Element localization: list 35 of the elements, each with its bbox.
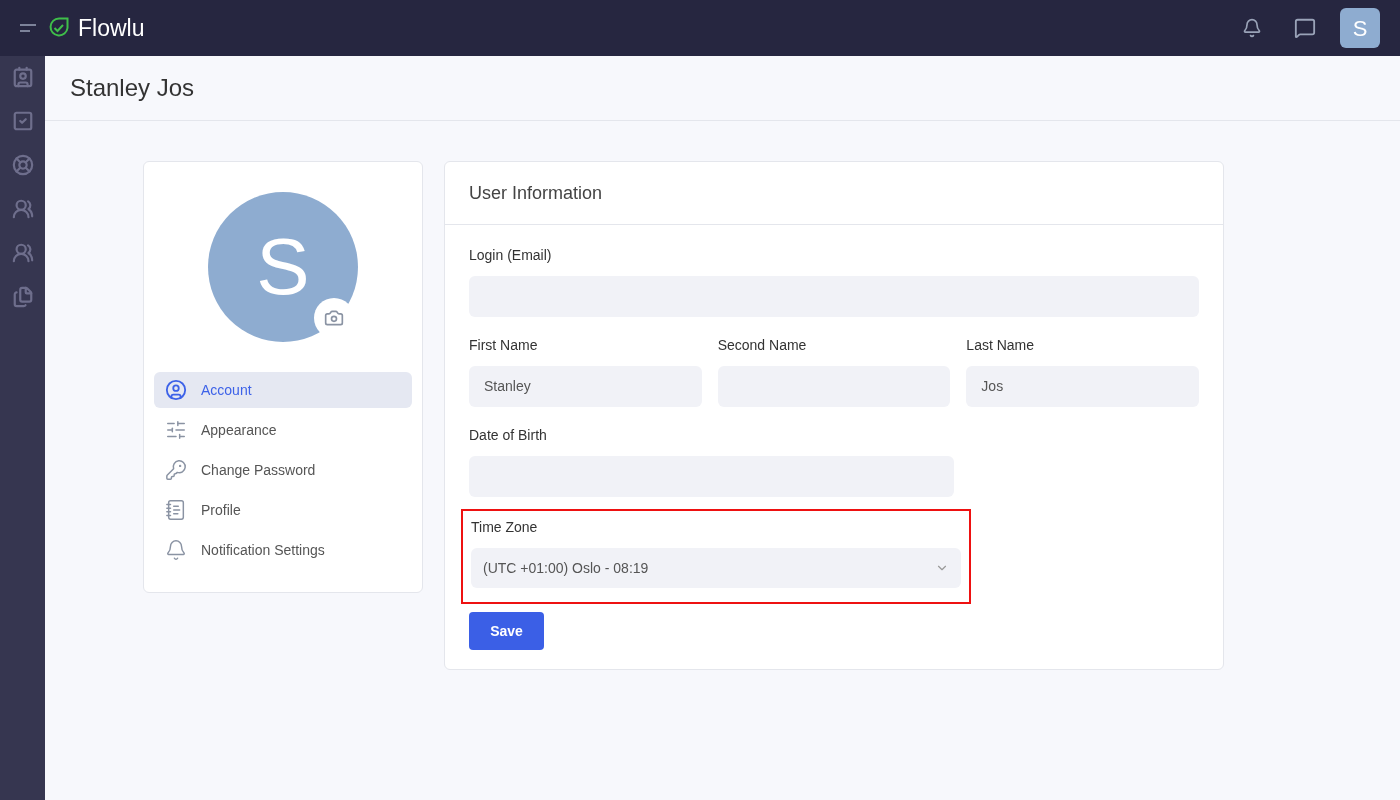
name-field[interactable]: Stanley xyxy=(469,366,702,407)
checkbox-icon[interactable] xyxy=(11,110,34,132)
people-icon[interactable] xyxy=(11,242,34,264)
sliders-icon xyxy=(165,419,187,441)
settings-menu-item[interactable]: Profile xyxy=(154,492,412,528)
user-icon xyxy=(165,379,187,401)
field-label: Login (Email) xyxy=(469,246,553,265)
name-field[interactable]: Jos xyxy=(966,366,1199,407)
lifebuoy-icon[interactable] xyxy=(11,154,34,176)
field-label: Time Zone xyxy=(471,518,539,537)
profile-avatar: S xyxy=(208,192,358,342)
settings-menu-item[interactable]: Change Password xyxy=(154,452,412,488)
field-label: Last Name xyxy=(966,336,1036,355)
settings-menu-item[interactable]: Notification Settings xyxy=(154,532,412,568)
logo-icon xyxy=(48,17,70,39)
save-button[interactable]: Save xyxy=(469,612,544,650)
documents-icon[interactable] xyxy=(11,286,34,308)
bell-icon xyxy=(165,539,187,561)
bell-icon[interactable] xyxy=(1242,18,1262,38)
settings-menu-item[interactable]: Appearance xyxy=(154,412,412,448)
field-label: First Name xyxy=(469,336,539,355)
contacts-icon[interactable] xyxy=(11,66,34,88)
notebook-icon xyxy=(165,499,187,521)
field-label: Date of Birth xyxy=(469,426,548,445)
key-icon xyxy=(165,459,187,481)
timezone-select[interactable]: (UTC +01:00) Oslo - 08:19 xyxy=(471,548,961,588)
page-title: Stanley Jos xyxy=(70,73,195,103)
field-label: Second Name xyxy=(717,336,808,355)
settings-menu-item[interactable]: Account xyxy=(154,372,412,408)
menu-icon[interactable] xyxy=(20,24,36,32)
brand-name: Flowlu xyxy=(78,13,145,43)
camera-icon xyxy=(324,308,344,328)
people-icon[interactable] xyxy=(11,198,34,220)
card-title: User Information xyxy=(469,181,603,205)
chat-icon[interactable] xyxy=(1294,17,1316,39)
